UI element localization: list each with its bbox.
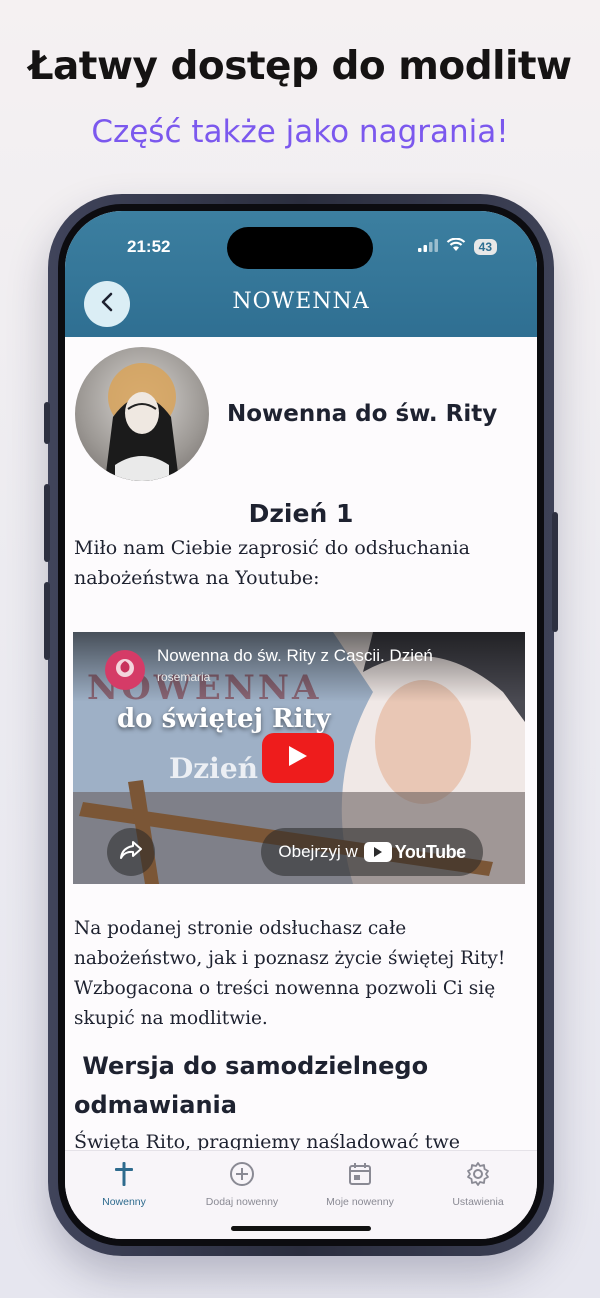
status-icons: 43 [417, 237, 497, 256]
volume-up-button [44, 484, 50, 562]
dynamic-island [227, 227, 373, 269]
section-title: Wersja do samodzielnego odmawiania [74, 1047, 494, 1125]
app-bar: 21:52 43 NOWENNA [65, 211, 537, 337]
watch-on-youtube-button[interactable]: Obejrzyj w YouTube [261, 828, 483, 876]
play-button[interactable] [262, 733, 334, 783]
tab-label: Ustawienia [452, 1196, 504, 1208]
status-time: 21:52 [127, 237, 171, 256]
promo-headline: Łatwy dostęp do modlitw [28, 44, 572, 89]
signal-icon [417, 237, 438, 256]
phone-screen: 21:52 43 NOWENNA Nowenna do św. Rity Dzi… [65, 211, 537, 1239]
thumbnail-text-rita: do świętej Rity [117, 704, 331, 734]
tab-ustawienia[interactable]: Ustawienia [419, 1151, 537, 1239]
youtube-logo: YouTube [363, 841, 466, 863]
share-icon [119, 840, 143, 864]
page-title: NOWENNA [232, 289, 370, 314]
plus-circle-icon [229, 1161, 255, 1191]
saint-rita-portrait [75, 347, 209, 481]
section-title-text: Wersja do samodzielnego odmawiania [74, 1052, 429, 1119]
play-icon [287, 744, 309, 772]
cross-icon [112, 1161, 136, 1191]
video-title[interactable]: Nowenna do św. Rity z Cascii. Dzień [157, 646, 517, 666]
tab-bar: Nowenny Dodaj nowenny Moje nowenny Ustaw… [65, 1150, 537, 1239]
wifi-icon [446, 237, 466, 256]
description-text: Na podanej stronie odsłuchasz całe naboż… [74, 918, 506, 1029]
tab-label: Moje nowenny [326, 1196, 394, 1208]
youtube-brand-text: YouTube [394, 841, 466, 862]
novena-content[interactable]: Nowenna do św. Rity Dzień 1 Miło nam Cie… [65, 337, 537, 1151]
phone-frame: 21:52 43 NOWENNA Nowenna do św. Rity Dzi… [44, 194, 558, 1256]
novena-title: Nowenna do św. Rity [227, 401, 498, 427]
home-indicator[interactable] [231, 1226, 371, 1231]
volume-down-button [44, 582, 50, 660]
watch-on-label: Obejrzyj w [278, 842, 358, 861]
rose-icon [113, 656, 137, 684]
calendar-icon [347, 1161, 373, 1191]
promo-subheadline: Część także jako nagrania! [91, 114, 509, 150]
action-button [44, 402, 50, 444]
share-button[interactable] [107, 828, 155, 876]
gear-icon [465, 1161, 491, 1191]
intro-text: Miło nam Ciebie zaprosić do odsłuchania … [74, 537, 470, 589]
youtube-play-icon [363, 842, 392, 862]
power-button [552, 512, 558, 632]
tab-label: Nowenny [102, 1196, 146, 1208]
tab-nowenny[interactable]: Nowenny [65, 1151, 183, 1239]
day-title: Dzień 1 [248, 499, 354, 528]
prayer-text: Święta Rito, pragniemy naśladować twe [74, 1131, 460, 1151]
thumbnail-text-dzien: Dzień [169, 752, 258, 785]
channel-avatar[interactable] [105, 650, 145, 690]
tab-label: Dodaj nowenny [205, 1196, 279, 1208]
phone-bezel: 21:52 43 NOWENNA Nowenna do św. Rity Dzi… [58, 204, 544, 1246]
video-channel[interactable]: rosemaria [157, 670, 210, 684]
youtube-embed[interactable]: NOWENNA do świętej Rity Dzień Nowenna do… [73, 632, 525, 884]
battery-icon: 43 [473, 238, 497, 255]
